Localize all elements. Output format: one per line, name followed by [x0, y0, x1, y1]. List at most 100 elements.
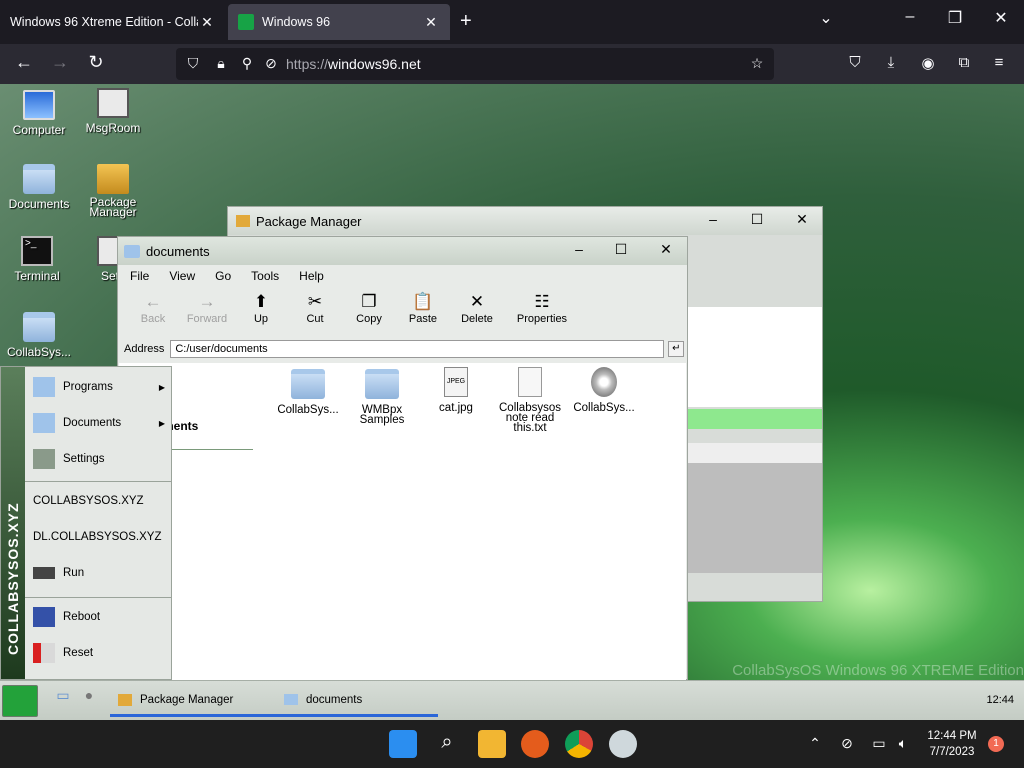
reboot-icon	[33, 607, 55, 627]
windows-start-icon[interactable]	[389, 730, 417, 758]
folder-icon	[124, 244, 140, 258]
start-item-run[interactable]: Run	[25, 555, 171, 591]
forward-arrow-icon[interactable]: →	[48, 52, 72, 73]
paste-button[interactable]: 📋 Paste	[396, 287, 450, 337]
window-titlebar[interactable]: documents	[118, 237, 687, 265]
chrome-icon[interactable]	[565, 730, 593, 758]
file-explorer-icon[interactable]	[478, 730, 506, 758]
start-item-collabsysos-link[interactable]: COLLABSYSOS.XYZ	[25, 483, 171, 519]
file-item-note-txt[interactable]: Collabsysos note read this.txt	[493, 367, 567, 434]
app-icon[interactable]	[609, 730, 637, 758]
minimize-icon[interactable]: –	[568, 241, 590, 257]
desktop-icon-terminal[interactable]: >_ Terminal	[2, 236, 72, 283]
download-icon[interactable]: ⤓	[880, 54, 902, 71]
file-item-collabsys-disc[interactable]: CollabSys...	[567, 367, 641, 414]
menu-tools[interactable]: Tools	[251, 269, 279, 283]
task-documents[interactable]: documents	[276, 685, 438, 717]
up-button[interactable]: ⬆ Up	[234, 287, 288, 337]
start-item-reboot[interactable]: Reboot	[25, 599, 171, 635]
account-icon[interactable]: ◉	[917, 54, 939, 72]
permissions-icon[interactable]: ⚲	[238, 55, 256, 72]
extensions-icon[interactable]: ⧉	[953, 54, 975, 71]
notification-badge[interactable]: 1	[988, 736, 1004, 752]
jpeg-file-icon: JPEG	[444, 367, 468, 397]
window-titlebar[interactable]: Package Manager	[228, 207, 822, 235]
menu-help[interactable]: Help	[299, 269, 324, 283]
properties-button[interactable]: ☷ Properties	[504, 287, 580, 337]
menu-file[interactable]: File	[130, 269, 149, 283]
file-name: Collabsysos note read this.txt	[499, 402, 561, 434]
start-item-documents[interactable]: Documents ▶	[25, 405, 171, 441]
firefox-icon[interactable]	[521, 730, 549, 758]
autoplay-blocked-icon[interactable]: ⊘	[262, 55, 280, 72]
quick-launch-explorer-icon[interactable]: ▭	[54, 687, 72, 704]
reload-icon[interactable]: ↻	[84, 52, 108, 73]
maximize-icon[interactable]: ☐	[610, 241, 632, 258]
new-tab-button[interactable]: +	[460, 10, 472, 32]
forward-button[interactable]: → Forward	[180, 287, 234, 337]
start-item-reset[interactable]: Reset	[25, 635, 171, 671]
start-item-settings[interactable]: Settings	[25, 441, 171, 477]
menu-icon[interactable]: ≡	[988, 54, 1010, 71]
delete-button[interactable]: ✕ Delete	[450, 287, 504, 337]
start-menu-banner: COLLABSYSOS.XYZ	[1, 367, 25, 679]
restore-icon[interactable]: ❐	[941, 8, 969, 28]
back-button[interactable]: ← Back	[126, 287, 180, 337]
chevron-up-icon[interactable]: ⌃	[804, 735, 826, 752]
desktop-icon-msgroom[interactable]: MsgRoom	[78, 88, 148, 135]
tab-windows96[interactable]: Windows 96 ✕	[228, 4, 450, 40]
window-title: documents	[146, 243, 210, 259]
desktop-icon-computer[interactable]: Computer	[4, 90, 74, 137]
volume-icon[interactable]: 🔈︎	[892, 735, 914, 752]
minimize-icon[interactable]: –	[702, 211, 724, 227]
copy-icon: ❐	[361, 292, 377, 311]
bookmark-star-icon[interactable]: ☆	[748, 55, 766, 72]
desktop-icon-package-manager[interactable]: Package Manager	[78, 164, 148, 218]
minimize-icon[interactable]: –	[896, 8, 924, 26]
copy-button[interactable]: ❐ Copy	[342, 287, 396, 337]
url-bar[interactable]: ⛉ 🔒︎ ⚲ ⊘ https://windows96.net ☆	[176, 48, 774, 80]
start-item-programs[interactable]: Programs ▶	[25, 369, 171, 405]
cut-button[interactable]: ✂ Cut	[288, 287, 342, 337]
file-item-collabsys-folder[interactable]: CollabSys...	[271, 369, 345, 416]
lock-icon[interactable]: 🔒︎	[212, 55, 230, 72]
package-row[interactable]	[688, 443, 822, 463]
desktop-icon-label: MsgRoom	[85, 121, 141, 135]
tab-windows96-xtreme[interactable]: Windows 96 Xtreme Edition - Colla ✕	[0, 0, 226, 44]
search-icon[interactable]: ⌕	[436, 731, 458, 754]
selected-package-row[interactable]	[688, 409, 822, 429]
maximize-icon[interactable]: ☐	[746, 211, 768, 228]
go-arrow-icon[interactable]: ↵	[668, 341, 685, 357]
submenu-arrow-icon: ▶	[158, 382, 165, 392]
start-item-dl-collabsysos-link[interactable]: DL.COLLABSYSOS.XYZ	[25, 519, 171, 555]
back-arrow-icon[interactable]: ←	[12, 52, 36, 73]
close-icon[interactable]: ✕	[198, 14, 216, 31]
close-icon[interactable]: ✕	[422, 14, 440, 31]
desktop-icon-collabsys[interactable]: CollabSys...	[4, 312, 74, 359]
close-icon[interactable]: ✕	[791, 211, 813, 228]
file-item-wmbpx-samples[interactable]: WMBpx Samples	[345, 369, 419, 426]
menu-go[interactable]: Go	[215, 269, 231, 283]
address-input[interactable]: C:/user/documents	[170, 340, 665, 358]
task-package-manager[interactable]: Package Manager	[110, 685, 276, 717]
pocket-icon[interactable]: ⛉	[844, 54, 866, 71]
file-view[interactable]: cuments CollabSys... WMBpx Samples JPEG …	[119, 363, 686, 680]
network-off-icon[interactable]: ⊘	[836, 735, 858, 752]
menu-view[interactable]: View	[169, 269, 195, 283]
os-clock[interactable]: 12:44 PM 7/7/2023	[920, 728, 984, 760]
close-window-icon[interactable]: ✕	[987, 8, 1015, 28]
menu-separator	[25, 597, 171, 598]
display-icon[interactable]: ▭	[868, 735, 890, 752]
browser-tab-bar: Windows 96 Xtreme Edition - Colla ✕ Wind…	[0, 0, 1024, 44]
package-list	[688, 307, 822, 407]
quick-launch-tips-icon[interactable]: ●	[80, 687, 98, 703]
file-item-cat-jpg[interactable]: JPEG cat.jpg	[419, 367, 493, 414]
documents-window[interactable]: documents – ☐ ✕ File View Go Tools Help …	[117, 236, 688, 680]
window-title: Package Manager	[256, 213, 362, 229]
list-tabs-chevron-icon[interactable]: ⌄	[812, 8, 840, 28]
shield-icon[interactable]: ⛉	[184, 55, 202, 72]
start-button[interactable]	[2, 685, 38, 717]
close-icon[interactable]: ✕	[655, 241, 677, 258]
desktop-icon-documents[interactable]: Documents	[4, 164, 74, 211]
submenu-arrow-icon: ▶	[158, 418, 165, 428]
